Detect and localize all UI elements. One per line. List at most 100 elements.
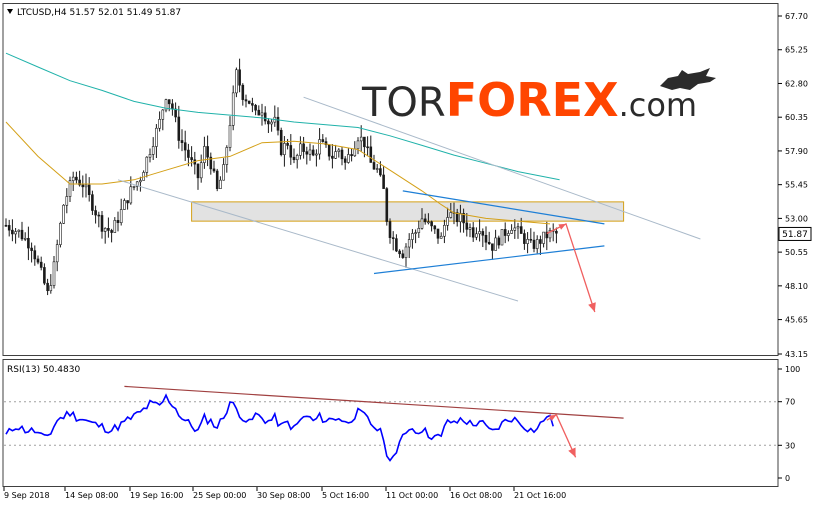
candle-body	[39, 261, 43, 268]
candle-body	[497, 237, 501, 246]
candle-body	[375, 168, 379, 170]
time-tick-label: 16 Oct 08:00	[450, 491, 502, 500]
candle-body	[305, 151, 309, 155]
candle-body	[81, 184, 85, 188]
candle-body	[84, 184, 88, 188]
candle-body	[238, 69, 241, 86]
candle-body	[286, 143, 289, 146]
candle-body	[519, 226, 523, 234]
time-tick-label: 11 Oct 00:00	[386, 491, 438, 500]
candle-body	[443, 225, 446, 237]
candle	[215, 168, 219, 192]
candle-body	[484, 234, 488, 243]
candle-body	[417, 228, 421, 233]
price-tick-label: 45.65	[785, 316, 808, 325]
candle-body	[302, 143, 305, 152]
candle-body	[555, 230, 558, 234]
candle-body	[510, 230, 513, 234]
price-tick-label: 50.55	[785, 248, 808, 257]
candle-body	[471, 227, 475, 238]
candle-body	[33, 250, 37, 260]
time-tick-label: 30 Sep 08:00	[257, 491, 310, 500]
candle-body	[372, 162, 376, 170]
candle-body	[235, 69, 238, 94]
candle-body	[187, 149, 190, 158]
rsi-tick-label: 70	[785, 398, 795, 407]
candle-body	[46, 282, 49, 292]
candle-body	[363, 136, 366, 148]
candle-body	[151, 146, 155, 155]
logo-tor: TOR	[361, 80, 446, 126]
candle-body	[254, 104, 257, 111]
candle-body	[359, 136, 363, 142]
candle-body	[107, 228, 110, 231]
candle-body	[283, 143, 286, 155]
candle-body	[491, 243, 494, 251]
candle-body	[494, 237, 497, 251]
candle-body	[113, 220, 117, 233]
symbol-ohlc-text: LTCUSD,H4 51.57 52.01 51.49 51.87	[17, 8, 181, 18]
candle-body	[398, 250, 401, 255]
price-tick-label: 57.90	[785, 147, 808, 156]
rsi-axis: 100 70 30 0	[778, 365, 800, 483]
candle-body	[177, 116, 181, 141]
candle-body	[62, 204, 65, 224]
candle-body	[347, 154, 350, 163]
candle-body	[292, 156, 296, 161]
candle-body	[215, 170, 219, 189]
candle-body	[30, 247, 33, 251]
candle-body	[427, 221, 430, 224]
candle	[385, 187, 389, 226]
candle-body	[331, 155, 334, 159]
candle-body	[75, 176, 78, 181]
candle-body	[315, 153, 318, 156]
candle-body	[52, 261, 56, 286]
candle-body	[257, 109, 261, 116]
candle	[500, 229, 504, 246]
time-tick-label: 5 Oct 16:00	[322, 491, 369, 500]
candle-body	[225, 147, 229, 165]
rsi-tick-label: 100	[785, 365, 800, 374]
candle-body	[513, 227, 517, 231]
candle-body	[340, 149, 344, 160]
candle-body	[183, 142, 187, 151]
candle-body	[260, 112, 264, 116]
candle-body	[366, 146, 369, 149]
candle-body	[299, 143, 302, 156]
price-axis: 67.70 65.25 62.80 60.35 57.90 55.45 53.00 50.55…	[778, 12, 808, 359]
rsi-header-text: RSI(13) 50.4830	[7, 365, 80, 375]
candle-body	[119, 209, 123, 223]
resistance-zone	[191, 201, 625, 222]
candle-body	[97, 214, 101, 217]
candle-body	[4, 224, 8, 227]
candle-body	[36, 258, 40, 263]
candle-body	[353, 148, 357, 157]
candle-body	[334, 151, 337, 159]
candle-body	[116, 220, 120, 223]
price-tick-label: 53.00	[785, 214, 808, 223]
candle-body	[481, 231, 485, 236]
candle-body	[311, 149, 315, 156]
price-tick-label: 60.35	[785, 113, 808, 122]
candle-body	[222, 164, 225, 181]
candle-body	[190, 157, 193, 161]
candle-body	[27, 237, 30, 249]
candle-body	[308, 149, 312, 155]
candle-body	[439, 235, 443, 239]
time-axis: 9 Sep 2018 14 Sep 08:00 19 Sep 16:00 25 Sep…	[3, 487, 566, 500]
price-tick-label: 65.25	[785, 46, 808, 55]
candle-body	[212, 168, 216, 172]
candle-body	[43, 267, 46, 284]
candle-body	[503, 229, 507, 236]
time-tick-label: 14 Sep 08:00	[65, 491, 118, 500]
candle-body	[263, 112, 267, 122]
candle-body	[436, 228, 440, 239]
candle-body	[129, 186, 133, 204]
candle-body	[532, 239, 536, 249]
candle-body	[251, 103, 254, 106]
candle	[62, 204, 65, 224]
candle-body	[270, 121, 273, 125]
candle-body	[487, 241, 491, 245]
candle-body	[382, 174, 385, 189]
candle-body	[199, 162, 203, 179]
